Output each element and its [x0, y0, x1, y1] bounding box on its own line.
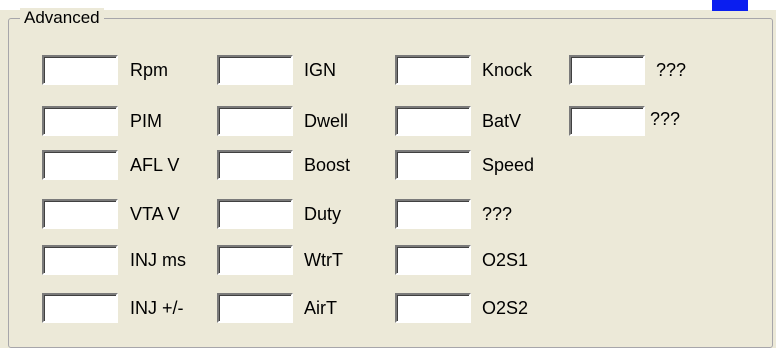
- o2s1-label: O2S1: [482, 250, 529, 270]
- rpm-label: Rpm: [130, 60, 169, 80]
- knock-label: Knock: [482, 60, 533, 80]
- wtrt-field[interactable]: [217, 245, 293, 275]
- unknown-2-label: ???: [656, 60, 687, 80]
- knock-field[interactable]: [395, 55, 471, 85]
- unknown-1-label: ???: [482, 204, 513, 224]
- dwell-label: Dwell: [304, 111, 349, 131]
- unknown-3-label: ???: [650, 109, 681, 129]
- o2s1-field[interactable]: [395, 245, 471, 275]
- o2s2-field[interactable]: [395, 293, 471, 323]
- unknown-2-field[interactable]: [569, 55, 645, 85]
- vta-v-field[interactable]: [42, 199, 118, 229]
- top-strip: [0, 0, 776, 10]
- speed-field[interactable]: [395, 150, 471, 180]
- ign-field[interactable]: [217, 55, 293, 85]
- airt-label: AirT: [304, 298, 337, 318]
- inj-ms-label: INJ ms: [130, 250, 186, 270]
- airt-field[interactable]: [217, 293, 293, 323]
- inj-plus-minus-field[interactable]: [42, 293, 118, 323]
- ign-label: IGN: [304, 60, 337, 80]
- afl-v-field[interactable]: [42, 150, 118, 180]
- speed-label: Speed: [482, 155, 535, 175]
- boost-label: Boost: [304, 155, 351, 175]
- vta-v-label: VTA V: [130, 204, 180, 224]
- pim-field[interactable]: [42, 106, 118, 136]
- batv-label: BatV: [482, 111, 522, 131]
- afl-v-label: AFL V: [130, 155, 180, 175]
- wtrt-label: WtrT: [304, 250, 343, 270]
- title-bar-button-underline: [712, 8, 748, 11]
- inj-ms-field[interactable]: [42, 245, 118, 275]
- rpm-field[interactable]: [42, 55, 118, 85]
- boost-field[interactable]: [217, 150, 293, 180]
- pim-label: PIM: [130, 111, 163, 131]
- inj-plus-minus-label: INJ +/-: [130, 298, 184, 318]
- duty-field[interactable]: [217, 199, 293, 229]
- unknown-1-field[interactable]: [395, 199, 471, 229]
- groupbox-title: Advanced: [20, 8, 104, 28]
- dwell-field[interactable]: [217, 106, 293, 136]
- batv-field[interactable]: [395, 106, 471, 136]
- duty-label: Duty: [304, 204, 342, 224]
- unknown-3-field[interactable]: [569, 106, 645, 136]
- o2s2-label: O2S2: [482, 298, 529, 318]
